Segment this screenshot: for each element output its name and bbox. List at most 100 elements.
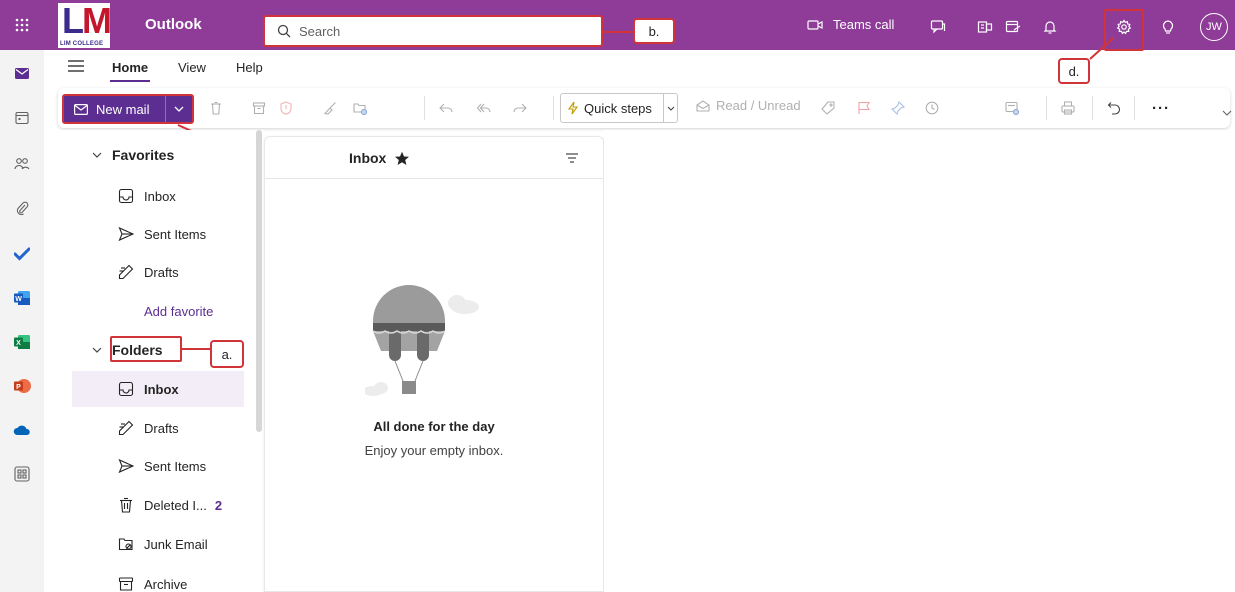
folder-item-archive[interactable]: Archive xyxy=(72,566,244,592)
reply-all-button[interactable] xyxy=(474,98,494,118)
undo-button[interactable] xyxy=(1104,98,1124,118)
flag-icon xyxy=(858,101,870,114)
chevron-down-icon xyxy=(1222,110,1232,116)
pin-button[interactable] xyxy=(888,98,908,118)
trash-icon xyxy=(120,497,132,513)
folder-item-sent-items[interactable]: Sent Items xyxy=(72,448,244,484)
hamburger-icon xyxy=(68,60,84,72)
chat-button[interactable] xyxy=(928,17,948,37)
settings-button[interactable] xyxy=(1114,17,1134,37)
folder-item-junk-email[interactable]: Junk Email xyxy=(72,526,244,562)
rail-todo[interactable] xyxy=(10,242,34,266)
people-icon xyxy=(14,158,30,170)
onedrive-cloud-icon xyxy=(13,425,30,435)
inbox-icon xyxy=(118,381,134,397)
expand-ribbon-button[interactable] xyxy=(1222,110,1232,116)
notifications-button[interactable] xyxy=(1040,17,1060,37)
archive-button[interactable] xyxy=(249,98,269,118)
mail-icon xyxy=(15,67,29,79)
rail-files[interactable] xyxy=(10,196,34,220)
folder-item-deleted-items[interactable]: Deleted I... 2 xyxy=(72,487,244,523)
reply-button[interactable] xyxy=(436,98,456,118)
rail-excel[interactable]: X xyxy=(10,330,34,354)
avatar[interactable]: JW xyxy=(1200,13,1228,41)
ribbon-separator xyxy=(1134,96,1135,120)
app-name[interactable]: Outlook xyxy=(145,16,202,33)
apps-grid-icon xyxy=(14,466,30,482)
tips-button[interactable] xyxy=(1158,17,1178,37)
tab-help[interactable]: Help xyxy=(236,60,263,75)
filter-button[interactable] xyxy=(565,153,579,163)
search-input[interactable]: Search xyxy=(263,15,603,47)
quick-steps-dropdown[interactable] xyxy=(663,94,677,122)
search-icon xyxy=(277,24,291,38)
junk-icon xyxy=(118,538,133,551)
flag-button[interactable] xyxy=(854,98,874,118)
new-mail-dropdown[interactable] xyxy=(166,106,192,112)
app-launcher-button[interactable] xyxy=(0,0,44,50)
folder-pane-scrollbar[interactable] xyxy=(256,130,262,432)
quick-steps-button[interactable]: Quick steps xyxy=(560,93,678,123)
rail-mail[interactable] xyxy=(10,61,34,85)
rail-more-apps[interactable] xyxy=(10,462,34,486)
message-list-header: Inbox xyxy=(265,137,603,179)
new-mail-button[interactable]: New mail xyxy=(62,94,194,124)
folder-item-inbox[interactable]: Inbox xyxy=(72,371,244,407)
chevron-down-icon xyxy=(667,106,674,111)
star-icon[interactable] xyxy=(394,151,410,166)
folder-item-drafts[interactable]: Drafts xyxy=(72,410,244,446)
callout-a: a. xyxy=(210,340,244,368)
print-button[interactable] xyxy=(1058,98,1078,118)
active-tab-indicator xyxy=(110,80,150,82)
bell-icon xyxy=(1043,21,1057,34)
excel-icon: X xyxy=(14,335,30,349)
move-to-button[interactable] xyxy=(350,98,370,118)
folders-header[interactable]: Folders xyxy=(92,342,163,358)
calendar-check-icon xyxy=(1005,20,1021,33)
shield-icon xyxy=(280,101,292,115)
sweep-button[interactable] xyxy=(320,98,340,118)
categorize-button[interactable] xyxy=(818,98,838,118)
read-unread-button[interactable]: Read / Unread xyxy=(696,98,801,113)
favorites-header[interactable]: Favorites xyxy=(92,147,174,163)
rail-onedrive[interactable] xyxy=(10,418,34,442)
mail-icon xyxy=(74,103,88,115)
tab-home[interactable]: Home xyxy=(112,60,148,75)
reply-all-icon xyxy=(477,103,491,113)
favorites-item-inbox[interactable]: Inbox xyxy=(72,178,244,214)
rail-calendar[interactable] xyxy=(10,106,34,130)
forward-button[interactable] xyxy=(510,98,530,118)
chevron-down-icon xyxy=(174,106,184,112)
my-day-button[interactable] xyxy=(1003,17,1023,37)
archive-icon xyxy=(118,577,134,591)
hamburger-menu-button[interactable] xyxy=(68,60,84,72)
waffle-icon xyxy=(15,18,29,32)
office-button[interactable] xyxy=(975,17,995,37)
tab-view[interactable]: View xyxy=(178,60,206,75)
snooze-button[interactable] xyxy=(922,98,942,118)
forward-icon xyxy=(513,103,527,113)
inbox-icon xyxy=(118,188,134,204)
delete-button[interactable] xyxy=(206,98,226,118)
todo-check-icon xyxy=(14,247,30,261)
pencil-icon xyxy=(118,264,134,280)
callout-connector xyxy=(182,348,212,350)
report-button[interactable] xyxy=(276,98,296,118)
chevron-down-icon xyxy=(92,347,102,353)
teams-call-button[interactable]: Teams call xyxy=(807,17,894,32)
favorites-item-sent-items[interactable]: Sent Items xyxy=(72,216,244,252)
video-camera-icon xyxy=(807,19,823,30)
more-options-button[interactable]: ··· xyxy=(1152,100,1170,117)
rail-people[interactable] xyxy=(10,152,34,176)
add-favorite-link[interactable]: Add favorite xyxy=(144,304,213,319)
rail-powerpoint[interactable]: P xyxy=(10,374,34,398)
filter-icon xyxy=(566,153,578,163)
envelope-open-icon xyxy=(696,99,710,112)
organization-logo[interactable]: LM LIM COLLEGE xyxy=(58,3,112,48)
reading-pane xyxy=(604,130,1235,592)
favorites-item-drafts[interactable]: Drafts xyxy=(72,254,244,290)
office-icon xyxy=(977,21,993,33)
rail-word[interactable]: W xyxy=(10,286,34,310)
clock-icon xyxy=(925,101,939,115)
rules-button[interactable] xyxy=(1002,98,1022,118)
